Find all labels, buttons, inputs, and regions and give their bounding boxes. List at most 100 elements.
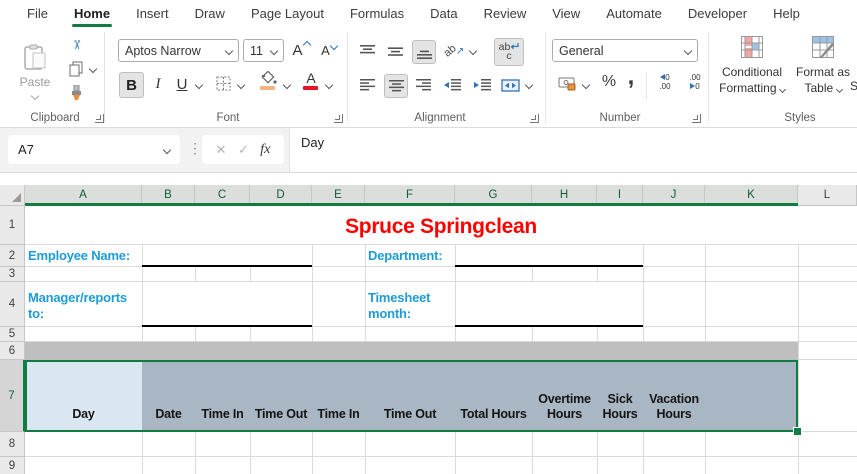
tab-page-layout[interactable]: Page Layout	[238, 0, 337, 28]
font-size-combo[interactable]: 11	[243, 39, 284, 62]
row-header-1[interactable]: 1	[0, 206, 25, 245]
cell-k7[interactable]	[705, 362, 796, 428]
tab-formulas[interactable]: Formulas	[337, 0, 417, 28]
paste-button[interactable]: Paste	[12, 34, 58, 108]
formula-input[interactable]: Day	[289, 128, 857, 172]
enter-icon[interactable]: ✓	[238, 142, 249, 158]
row-header-2[interactable]: 2	[0, 245, 25, 267]
copy-dropdown-chevron[interactable]	[89, 65, 97, 73]
cell-h7-header-overtime-hours[interactable]: Overtime Hours	[532, 362, 597, 428]
namebox-splitter-icon[interactable]: ⋮	[188, 140, 202, 157]
percent-style-button[interactable]: %	[598, 70, 620, 94]
name-box[interactable]: A7	[8, 135, 180, 164]
cell-a2-employee-name-label[interactable]: Employee Name:	[28, 245, 130, 267]
tab-home[interactable]: Home	[61, 0, 123, 28]
orientation-chevron[interactable]	[469, 47, 477, 55]
cell-e7-header-time-in[interactable]: Time In	[312, 362, 365, 428]
cell-j7-header-vacation-hours[interactable]: Vacation Hours	[643, 362, 705, 428]
increase-decimal-button[interactable]: 0 .00	[652, 72, 678, 94]
bottom-align-button[interactable]	[412, 40, 436, 64]
column-header-l[interactable]: L	[798, 185, 857, 206]
align-right-button[interactable]	[412, 74, 434, 96]
underline-chevron[interactable]	[195, 81, 203, 89]
selection-fill-handle[interactable]	[793, 427, 802, 436]
borders-chevron[interactable]	[237, 81, 245, 89]
tab-file[interactable]: File	[14, 0, 61, 28]
copy-button[interactable]	[66, 60, 86, 78]
cell-f4-timesheet-label[interactable]: Timesheet month:	[368, 282, 456, 327]
tab-automate[interactable]: Automate	[593, 0, 675, 28]
format-painter-button[interactable]	[66, 84, 86, 102]
tab-developer[interactable]: Developer	[675, 0, 760, 28]
cell-c7-header-time-in[interactable]: Time In	[195, 362, 250, 428]
font-color-chevron[interactable]	[325, 81, 333, 89]
employee-name-entry-underline	[142, 265, 312, 267]
grow-font-caret-icon	[302, 41, 310, 49]
cell-d7-header-time-out[interactable]: Time Out	[250, 362, 312, 428]
row-header-9[interactable]: 9	[0, 457, 25, 474]
comma-style-button[interactable]: ,	[622, 64, 640, 90]
row-header-5[interactable]: 5	[0, 327, 25, 342]
cell-f2-department-label[interactable]: Department:	[368, 245, 442, 267]
cell-a4-manager-label[interactable]: Manager/reports to:	[28, 282, 140, 327]
cell-styles-partial-label[interactable]: S	[850, 79, 857, 93]
top-align-button[interactable]	[356, 40, 378, 62]
format-as-table-button[interactable]: Format as Table	[792, 34, 854, 122]
fill-color-button[interactable]	[258, 70, 278, 86]
merge-center-chevron[interactable]	[525, 81, 533, 89]
insert-function-icon[interactable]: fx	[260, 142, 270, 158]
cell-g7-header-total-hours[interactable]: Total Hours	[455, 362, 532, 428]
increase-indent-button[interactable]	[470, 74, 494, 96]
decrease-indent-button[interactable]	[440, 74, 464, 96]
select-all-corner[interactable]	[0, 185, 25, 206]
clipboard-dialog-launcher-icon[interactable]	[95, 114, 104, 123]
decrease-font-size-button[interactable]: A	[318, 39, 340, 61]
row-header-8[interactable]: 8	[0, 432, 25, 457]
bold-button[interactable]: B	[119, 72, 144, 98]
conditional-formatting-button[interactable]: Conditional Formatting	[714, 34, 790, 122]
tab-view[interactable]: View	[539, 0, 593, 28]
align-center-button[interactable]	[384, 74, 408, 98]
grid-row-5[interactable]	[25, 327, 857, 342]
orientation-button[interactable]: ab ↗	[442, 40, 466, 62]
underline-button[interactable]: U	[172, 72, 192, 96]
cell-i7-header-sick-hours[interactable]: Sick Hours	[597, 362, 643, 428]
number-format-combo[interactable]: General	[552, 39, 698, 62]
number-dialog-launcher-icon[interactable]	[692, 114, 701, 123]
cut-button[interactable]: ✂	[66, 36, 86, 54]
cancel-icon[interactable]: ✕	[216, 142, 227, 158]
row6-gray-band[interactable]	[25, 342, 798, 360]
decrease-decimal-button[interactable]: .00 0	[682, 72, 708, 94]
tab-insert[interactable]: Insert	[123, 0, 182, 28]
merge-center-button[interactable]	[498, 74, 522, 96]
row-header-3[interactable]: 3	[0, 267, 25, 282]
tab-help[interactable]: Help	[760, 0, 813, 28]
fill-color-chevron[interactable]	[283, 81, 291, 89]
row-header-7[interactable]: 7	[0, 360, 25, 432]
row-header-4[interactable]: 4	[0, 282, 25, 327]
cell-f7-header-time-out[interactable]: Time Out	[365, 362, 455, 428]
alignment-dialog-launcher-icon[interactable]	[530, 114, 539, 123]
grid-row-8[interactable]	[25, 432, 857, 457]
font-color-button[interactable]: A	[302, 70, 320, 86]
cell-a7-header-day[interactable]: Day	[25, 362, 142, 428]
align-left-button[interactable]	[356, 74, 378, 96]
accounting-chevron[interactable]	[582, 81, 590, 89]
accounting-format-button[interactable]	[556, 72, 578, 94]
row-header-6[interactable]: 6	[0, 342, 25, 360]
font-name-combo[interactable]: Aptos Narrow	[118, 39, 239, 62]
tab-data[interactable]: Data	[417, 0, 470, 28]
clipboard-group-label: Clipboard	[30, 112, 79, 124]
tab-review[interactable]: Review	[471, 0, 540, 28]
middle-align-button[interactable]	[384, 40, 406, 62]
grid-row-3[interactable]	[25, 267, 857, 282]
italic-button[interactable]: I	[148, 72, 168, 96]
tab-draw[interactable]: Draw	[182, 0, 238, 28]
cell-b7-header-date[interactable]: Date	[142, 362, 195, 428]
font-dialog-launcher-icon[interactable]	[334, 114, 343, 123]
increase-font-size-button[interactable]: A	[290, 39, 312, 61]
borders-button[interactable]	[214, 74, 232, 92]
cell-title[interactable]: Spruce Springclean	[25, 206, 857, 245]
grid-row-9[interactable]	[25, 457, 857, 474]
wrap-text-button[interactable]: ab c	[494, 38, 524, 66]
